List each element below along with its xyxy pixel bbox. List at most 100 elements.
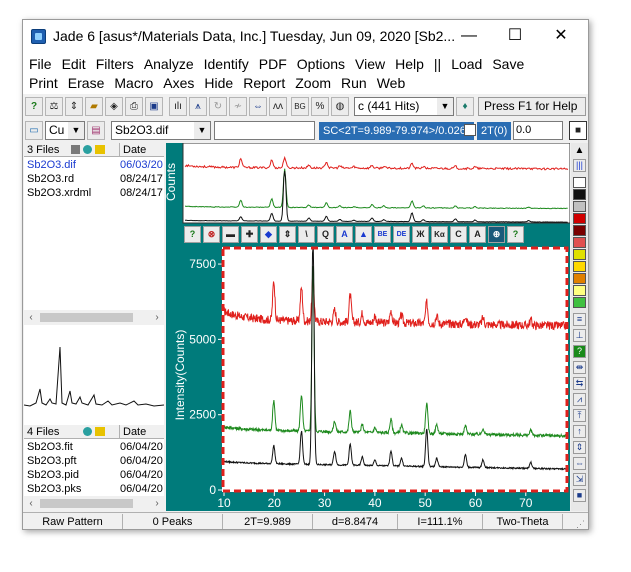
color-swatch[interactable]: [573, 225, 586, 236]
menu-identify[interactable]: Identify: [204, 56, 249, 72]
monitor-icon[interactable]: [71, 145, 80, 154]
hits-combo[interactable]: c (441 Hits) ▼: [354, 97, 454, 116]
menu-edit[interactable]: Edit: [62, 56, 86, 72]
arrows-icon[interactable]: ⇔: [249, 97, 267, 116]
zoom-icon[interactable]: Q: [317, 226, 334, 243]
menu-filters[interactable]: Filters: [96, 56, 134, 72]
menu-help[interactable]: Help: [395, 56, 424, 72]
print-icon[interactable]: ⎙: [125, 97, 143, 116]
menu-web[interactable]: Web: [377, 75, 406, 91]
folder-icon[interactable]: [95, 427, 105, 436]
color-swatch[interactable]: [573, 177, 586, 188]
menu-analyze[interactable]: Analyze: [144, 56, 194, 72]
scroll-right-icon[interactable]: ›: [150, 310, 164, 325]
scroll-thumb[interactable]: [40, 499, 133, 508]
menu-pdf[interactable]: PDF: [259, 56, 287, 72]
color-swatch[interactable]: [573, 297, 586, 308]
blank-field[interactable]: [214, 121, 315, 140]
up-arrow-icon[interactable]: ▲: [573, 145, 586, 157]
line-tool-icon[interactable]: \: [298, 226, 315, 243]
list-item[interactable]: Sb2O3.dif 06/03/20: [24, 158, 164, 172]
list-item[interactable]: Sb2O3.pft 06/04/20: [24, 454, 164, 468]
menu-load[interactable]: Load: [451, 56, 482, 72]
list-item[interactable]: Sb2O3.fit 06/04/20: [24, 440, 164, 454]
menu-view[interactable]: View: [355, 56, 385, 72]
leftright-icon[interactable]: ⇔: [573, 457, 586, 470]
plus-icon[interactable]: ✚: [241, 226, 258, 243]
ruler-icon[interactable]: ⊥: [573, 329, 586, 342]
globe-icon[interactable]: ◍: [331, 97, 349, 116]
bottom-files-date-header[interactable]: Date: [119, 425, 164, 439]
list-item[interactable]: Sb2O3.pks 06/04/20: [24, 482, 164, 496]
color-swatch[interactable]: [573, 249, 586, 260]
minimize-button[interactable]: —: [446, 20, 492, 54]
menu-erase[interactable]: Erase: [68, 75, 105, 91]
menu-axes[interactable]: Axes: [163, 75, 194, 91]
series-stack-icon[interactable]: |||: [573, 159, 586, 172]
fill-peak-icon[interactable]: ▲: [355, 226, 372, 243]
file-list-icon[interactable]: ▤: [87, 121, 105, 140]
top-files-count[interactable]: 3 Files: [27, 143, 59, 157]
offset-input[interactable]: 0.0: [513, 121, 563, 140]
menu-report[interactable]: Report: [243, 75, 285, 91]
zoom-peak-icon[interactable]: ⩘: [573, 393, 586, 406]
color-swatch[interactable]: [573, 201, 586, 212]
de-icon[interactable]: DE: [393, 226, 410, 243]
close-button[interactable]: ✕: [538, 20, 584, 54]
element-combo[interactable]: Cu ▼: [45, 121, 85, 140]
resize-grip-icon[interactable]: ⋰: [576, 516, 586, 529]
updown-icon[interactable]: ⇕: [573, 441, 586, 454]
menu-hide[interactable]: Hide: [204, 75, 233, 91]
color-swatch[interactable]: [573, 237, 586, 248]
menu-options[interactable]: Options: [297, 56, 345, 72]
peak-label-icon[interactable]: A: [336, 226, 353, 243]
vertical-arrows-icon[interactable]: ⇕: [279, 226, 296, 243]
main-plot[interactable]: Intensity(Counts) 0 2500 5000 7500 10 20 30 40…: [166, 245, 570, 511]
color-swatch[interactable]: [573, 189, 586, 200]
scroll-left-icon[interactable]: ‹: [24, 310, 38, 325]
color-swatch[interactable]: [573, 285, 586, 296]
range-checkbox[interactable]: [464, 124, 476, 136]
color-swatch[interactable]: [573, 261, 586, 272]
top-icon[interactable]: ⤒: [573, 409, 586, 422]
percent-icon[interactable]: %: [311, 97, 329, 116]
menu-file[interactable]: File: [29, 56, 52, 72]
peaks-icon[interactable]: ⩚: [189, 97, 207, 116]
bg-icon[interactable]: BG: [291, 97, 309, 116]
display-toggle-icon[interactable]: ■: [569, 121, 587, 140]
menu-save[interactable]: Save: [492, 56, 524, 72]
refresh-icon[interactable]: ↻: [209, 97, 227, 116]
tools-icon[interactable]: ◈: [105, 97, 123, 116]
move-up-icon[interactable]: ↑: [573, 425, 586, 438]
profile-icon[interactable]: ʌʌ: [269, 97, 287, 116]
scale-icon[interactable]: ⚖: [45, 97, 63, 116]
folder-icon[interactable]: [95, 145, 105, 154]
open-folder-icon[interactable]: ▰: [85, 97, 103, 116]
shrink-icon[interactable]: ⇲: [573, 473, 586, 486]
filter-icon[interactable]: [83, 145, 92, 154]
grid-icon[interactable]: ⊕: [488, 226, 505, 243]
swap-icon[interactable]: ⇆: [573, 377, 586, 390]
scroll-left-icon[interactable]: ‹: [24, 496, 38, 511]
list-item[interactable]: Sb2O3.xrdml 08/24/17: [24, 186, 164, 200]
diamond-icon[interactable]: ◆: [260, 226, 277, 243]
menu-run[interactable]: Run: [341, 75, 367, 91]
bars-icon[interactable]: ılı: [169, 97, 187, 116]
help-icon[interactable]: ?: [573, 345, 586, 358]
menu-print[interactable]: Print: [29, 75, 58, 91]
help-icon[interactable]: ?: [25, 97, 43, 116]
expand-icon[interactable]: ⇼: [573, 361, 586, 374]
help-icon[interactable]: ?: [507, 226, 524, 243]
peak-search-icon[interactable]: A: [469, 226, 486, 243]
color-swatch[interactable]: [573, 213, 586, 224]
color-swatch[interactable]: [573, 273, 586, 284]
overview-frame[interactable]: [182, 143, 570, 224]
rule-icon[interactable]: ≡: [573, 313, 586, 326]
help-icon[interactable]: ?: [184, 226, 201, 243]
top-files-date-header[interactable]: Date: [119, 143, 164, 157]
minus-icon[interactable]: ▬: [222, 226, 239, 243]
scroll-right-icon[interactable]: ›: [150, 496, 164, 511]
kalpha-icon[interactable]: Kα: [431, 226, 448, 243]
menu-macro[interactable]: Macro: [114, 75, 153, 91]
bottom-files-scrollbar[interactable]: ‹ ›: [24, 496, 164, 511]
